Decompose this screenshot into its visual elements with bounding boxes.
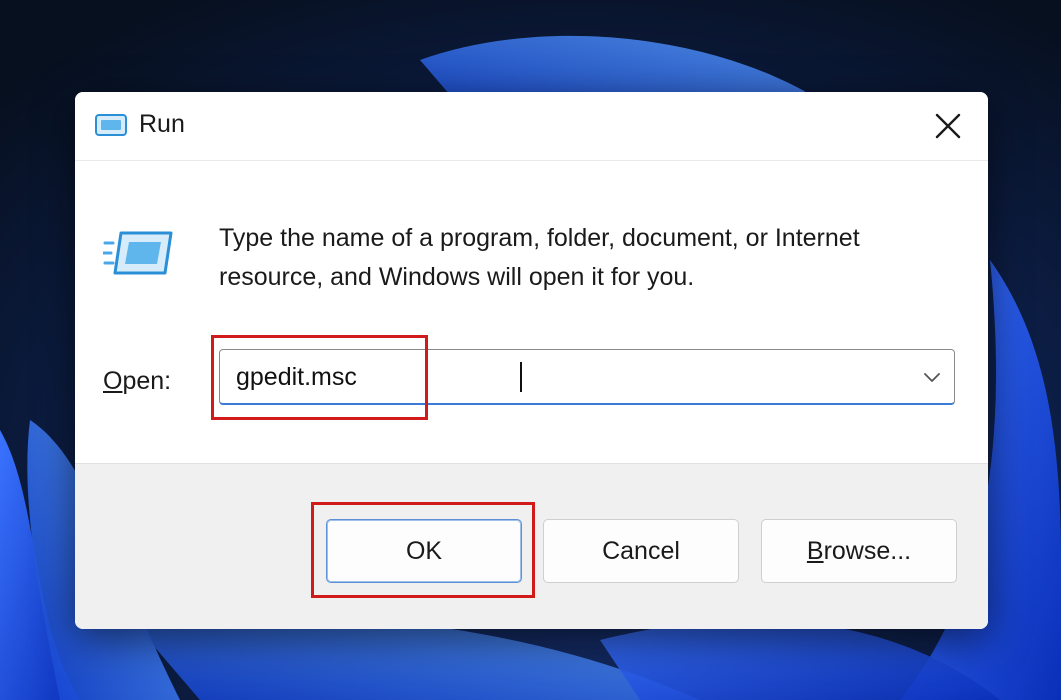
ok-button[interactable]: OK <box>326 519 522 583</box>
close-button[interactable] <box>928 106 968 146</box>
open-input[interactable] <box>236 350 876 404</box>
cancel-button[interactable]: Cancel <box>543 519 739 583</box>
run-icon <box>95 114 127 136</box>
open-combobox[interactable] <box>219 349 955 405</box>
open-label-text: pen: <box>122 367 172 395</box>
browse-button[interactable]: Browse... <box>761 519 957 583</box>
browse-label: rowse... <box>823 536 912 565</box>
run-icon <box>101 229 175 277</box>
dialog-body: Type the name of a program, folder, docu… <box>75 161 988 463</box>
open-label-mnemonic: O <box>103 367 123 395</box>
chevron-down-icon[interactable] <box>922 367 942 387</box>
button-bar: OK Cancel Browse... <box>75 463 988 629</box>
window-title: Run <box>139 110 185 138</box>
text-caret <box>520 362 522 392</box>
browse-mnemonic: B <box>806 536 824 565</box>
title-bar[interactable]: Run <box>75 92 988 161</box>
run-dialog: Run Type the name of a program, folder, … <box>75 92 988 629</box>
open-label: Open: <box>103 367 171 396</box>
run-description: Type the name of a program, folder, docu… <box>219 224 860 291</box>
desktop: Run Type the name of a program, folder, … <box>0 0 1061 700</box>
close-icon <box>935 113 961 139</box>
